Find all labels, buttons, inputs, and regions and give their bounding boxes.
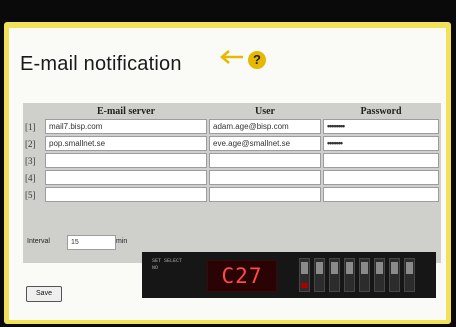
rocker-switch[interactable] (299, 258, 310, 292)
table-row: [1] mail7.bisp.com adam.age@bisp.com •••… (25, 119, 439, 134)
rocker-switch[interactable] (374, 258, 385, 292)
server-field-3[interactable] (45, 153, 207, 168)
rocker-switch[interactable] (329, 258, 340, 292)
help-icon[interactable]: ? (248, 51, 266, 69)
header-email-server: E-mail server (96, 106, 156, 117)
arrow-left-icon (220, 50, 243, 64)
device-label-line1: SET SELECT (152, 258, 183, 264)
user-field-3[interactable] (209, 153, 321, 168)
password-field-1[interactable]: •••••••• (323, 119, 439, 134)
row-label: [5] (25, 189, 36, 200)
server-field-4[interactable] (45, 170, 207, 185)
password-field-4[interactable] (323, 170, 439, 185)
rocker-switch[interactable] (359, 258, 370, 292)
interval-input[interactable]: 15 (67, 235, 116, 250)
table-row: [4] (25, 170, 439, 185)
user-field-4[interactable] (209, 170, 321, 185)
header-password: Password (360, 106, 402, 117)
table-row: [5] (25, 187, 439, 202)
user-field-5[interactable] (209, 187, 321, 202)
table-row: [3] (25, 153, 439, 168)
server-field-5[interactable] (45, 187, 207, 202)
password-field-3[interactable] (323, 153, 439, 168)
rocker-switch[interactable] (389, 258, 400, 292)
device-panel-overlay: SET SELECT NO C27 (142, 252, 436, 298)
page-title: E-mail notification (20, 53, 182, 75)
row-label: [1] (25, 121, 36, 132)
device-label-line2: NO (152, 265, 159, 271)
interval-unit-label: min (116, 238, 128, 245)
interval-label: Interval (27, 238, 50, 245)
server-field-2[interactable]: pop.smallnet.se (45, 136, 207, 151)
row-label: [3] (25, 155, 36, 166)
user-field-2[interactable]: eve.age@smallnet.se (209, 136, 321, 151)
rocker-switch[interactable] (344, 258, 355, 292)
table-header-row: E-mail server User Password (25, 106, 439, 117)
password-field-5[interactable] (323, 187, 439, 202)
rocker-switch[interactable] (404, 258, 415, 292)
user-field-1[interactable]: adam.age@bisp.com (209, 119, 321, 134)
table-row: [2] pop.smallnet.se eve.age@smallnet.se … (25, 136, 439, 151)
row-label: [2] (25, 138, 36, 149)
password-field-2[interactable]: ••••••• (323, 136, 439, 151)
rocker-switch[interactable] (314, 258, 325, 292)
server-field-1[interactable]: mail7.bisp.com (45, 119, 207, 134)
header-row-label (25, 106, 43, 117)
row-label: [4] (25, 172, 36, 183)
segment-display: C27 (207, 260, 277, 292)
device-label: SET SELECT NO (152, 258, 182, 272)
email-server-table: E-mail server User Password [1] mail7.bi… (23, 104, 441, 204)
save-button[interactable]: Save (26, 286, 62, 302)
header-user: User (255, 106, 275, 117)
